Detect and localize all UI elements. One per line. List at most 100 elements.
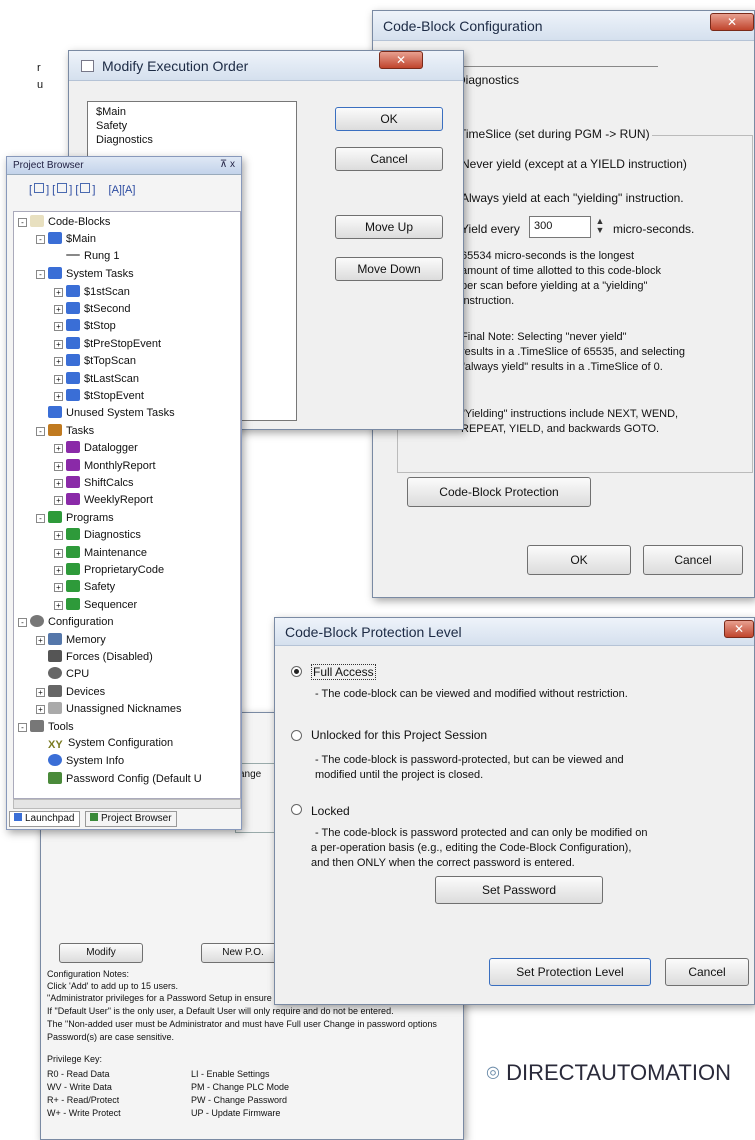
tree-item[interactable]: + WeeklyReport bbox=[54, 493, 153, 511]
protection-cancel-button[interactable]: Cancel bbox=[665, 958, 749, 986]
bg-new-button[interactable]: New P.O. bbox=[201, 943, 285, 963]
tree-item[interactable]: + ProprietaryCode bbox=[54, 563, 164, 581]
project-browser-pin-close[interactable]: ⊼ x bbox=[220, 159, 235, 170]
move-down-button[interactable]: Move Down bbox=[335, 257, 443, 281]
tree-item[interactable]: - Configuration bbox=[18, 615, 113, 633]
expand-icon[interactable]: + bbox=[54, 305, 63, 314]
order-cancel-button[interactable]: Cancel bbox=[335, 147, 443, 171]
config-cancel-button[interactable]: Cancel bbox=[643, 545, 743, 575]
expand-icon[interactable]: + bbox=[54, 583, 63, 593]
tree-item[interactable]: - Code-Blocks bbox=[18, 215, 110, 233]
expand-icon[interactable]: + bbox=[54, 339, 63, 349]
expand-icon[interactable]: + bbox=[54, 566, 63, 575]
collapse-icon[interactable]: - bbox=[18, 618, 27, 628]
toolbar-label-1[interactable]: ] [ bbox=[46, 184, 55, 196]
toolbar-label-0[interactable]: [ bbox=[29, 184, 32, 196]
tree-item[interactable]: - Programs bbox=[36, 510, 114, 529]
tree-item[interactable]: + Devices bbox=[36, 684, 105, 703]
protection-close-button[interactable]: ✕ bbox=[724, 620, 754, 638]
tree-item[interactable]: + Unassigned Nicknames bbox=[36, 702, 182, 720]
expand-icon[interactable]: + bbox=[36, 705, 45, 715]
code-block-protection-button[interactable]: Code-Block Protection bbox=[407, 477, 591, 507]
tree-item[interactable]: + $tStopEvent bbox=[54, 389, 144, 407]
toolbar-label-4[interactable]: [A] bbox=[109, 184, 122, 196]
toolbar-icon-b[interactable] bbox=[57, 183, 68, 193]
modify-order-close-button[interactable]: ✕ bbox=[379, 51, 423, 69]
collapse-icon[interactable]: - bbox=[36, 270, 45, 280]
toolbar-icon-a[interactable] bbox=[34, 183, 45, 193]
toolbar-label-5[interactable]: [A] bbox=[122, 184, 135, 196]
bg-modify-button[interactable]: Modify bbox=[59, 943, 143, 963]
full-access-radio[interactable] bbox=[291, 666, 302, 677]
locked-radio[interactable] bbox=[291, 804, 302, 815]
collapse-icon[interactable]: - bbox=[36, 426, 45, 436]
tree-item[interactable]: + $tSecond bbox=[54, 302, 130, 320]
tree-item[interactable]: CPU bbox=[36, 667, 89, 685]
toolbar-label-2[interactable]: ] [ bbox=[69, 184, 78, 196]
always-yield-label[interactable]: Always yield at each "yielding" instruct… bbox=[461, 191, 684, 205]
tree-item[interactable]: + Maintenance bbox=[54, 545, 147, 564]
tree-item[interactable]: + $tTopScan bbox=[54, 354, 136, 372]
yield-spinner[interactable]: ▲ ▼ bbox=[593, 217, 607, 237]
set-protection-level-button[interactable]: Set Protection Level bbox=[489, 958, 651, 986]
collapse-icon[interactable]: - bbox=[36, 235, 45, 245]
tree-item[interactable]: + $tStop bbox=[54, 319, 116, 337]
tree-item[interactable]: XY System Configuration bbox=[36, 737, 173, 755]
tree-item[interactable]: - Tools bbox=[18, 719, 74, 738]
project-tree[interactable]: - Code-Blocks - $Main Rung 1- System Tasks + $1… bbox=[13, 211, 241, 799]
tree-item[interactable]: + Memory bbox=[36, 632, 106, 651]
expand-icon[interactable]: + bbox=[54, 374, 63, 384]
expand-icon[interactable]: + bbox=[54, 287, 63, 297]
tree-item[interactable]: + MonthlyReport bbox=[54, 458, 156, 477]
tree-item[interactable]: + Diagnostics bbox=[54, 528, 141, 546]
collapse-icon[interactable]: - bbox=[18, 218, 27, 227]
locked-label[interactable]: Locked bbox=[311, 804, 350, 818]
expand-icon[interactable]: + bbox=[36, 635, 45, 645]
toolbar-label-3[interactable]: ] bbox=[92, 184, 95, 196]
tree-item[interactable]: + Safety bbox=[54, 580, 115, 598]
expand-icon[interactable]: + bbox=[54, 461, 63, 471]
tree-item[interactable]: - $Main bbox=[36, 232, 96, 250]
collapse-icon[interactable]: - bbox=[18, 722, 27, 732]
never-yield-label[interactable]: Never yield (except at a YIELD instructi… bbox=[461, 157, 687, 171]
tree-item[interactable]: System Info bbox=[36, 754, 124, 772]
expand-icon[interactable]: + bbox=[54, 496, 63, 506]
move-up-button[interactable]: Move Up bbox=[335, 215, 443, 239]
unlocked-radio[interactable] bbox=[291, 730, 302, 741]
tree-item[interactable]: + $1stScan bbox=[54, 284, 130, 303]
collapse-icon[interactable]: - bbox=[36, 513, 45, 523]
tree-item[interactable]: Rung 1 bbox=[54, 250, 119, 268]
tree-item[interactable]: + $tPreStopEvent bbox=[54, 336, 161, 355]
order-item-0[interactable]: $Main bbox=[96, 106, 126, 118]
tree-item[interactable]: Forces (Disabled) bbox=[36, 650, 153, 668]
tree-item[interactable]: - Tasks bbox=[36, 423, 94, 442]
expand-icon[interactable]: + bbox=[54, 600, 63, 610]
order-item-1[interactable]: Safety bbox=[96, 120, 127, 132]
expand-icon[interactable]: + bbox=[54, 531, 63, 541]
tree-item[interactable]: + $tLastScan bbox=[54, 371, 139, 390]
unlocked-label[interactable]: Unlocked for this Project Session bbox=[311, 728, 487, 742]
order-item-2[interactable]: Diagnostics bbox=[96, 134, 153, 146]
config-ok-button[interactable]: OK bbox=[527, 545, 631, 575]
toolbar-icon-c[interactable] bbox=[80, 183, 91, 193]
expand-icon[interactable]: + bbox=[54, 392, 63, 401]
expand-icon[interactable]: + bbox=[54, 444, 63, 454]
yield-every-label[interactable]: Yield every bbox=[461, 222, 520, 236]
yield-value-input[interactable]: 300 bbox=[529, 216, 591, 238]
tree-item[interactable]: Unused System Tasks bbox=[36, 406, 175, 424]
order-ok-button[interactable]: OK bbox=[335, 107, 443, 131]
expand-icon[interactable]: + bbox=[54, 322, 63, 332]
tab-project-browser[interactable]: Project Browser bbox=[85, 811, 177, 827]
tree-item[interactable]: + ShiftCalcs bbox=[54, 476, 134, 494]
tree-item[interactable]: - System Tasks bbox=[36, 267, 134, 285]
full-access-label[interactable]: Full Access bbox=[311, 664, 376, 680]
expand-icon[interactable]: + bbox=[54, 479, 63, 488]
tree-item[interactable]: + Sequencer bbox=[54, 597, 137, 616]
config-close-button[interactable]: ✕ bbox=[710, 13, 754, 31]
expand-icon[interactable]: + bbox=[36, 687, 45, 697]
tree-item[interactable]: + Datalogger bbox=[54, 441, 138, 459]
set-password-button[interactable]: Set Password bbox=[435, 876, 603, 904]
expand-icon[interactable]: + bbox=[54, 548, 63, 558]
project-tree-hscroll[interactable] bbox=[13, 799, 241, 809]
tree-item[interactable]: Password Config (Default U bbox=[36, 771, 202, 790]
